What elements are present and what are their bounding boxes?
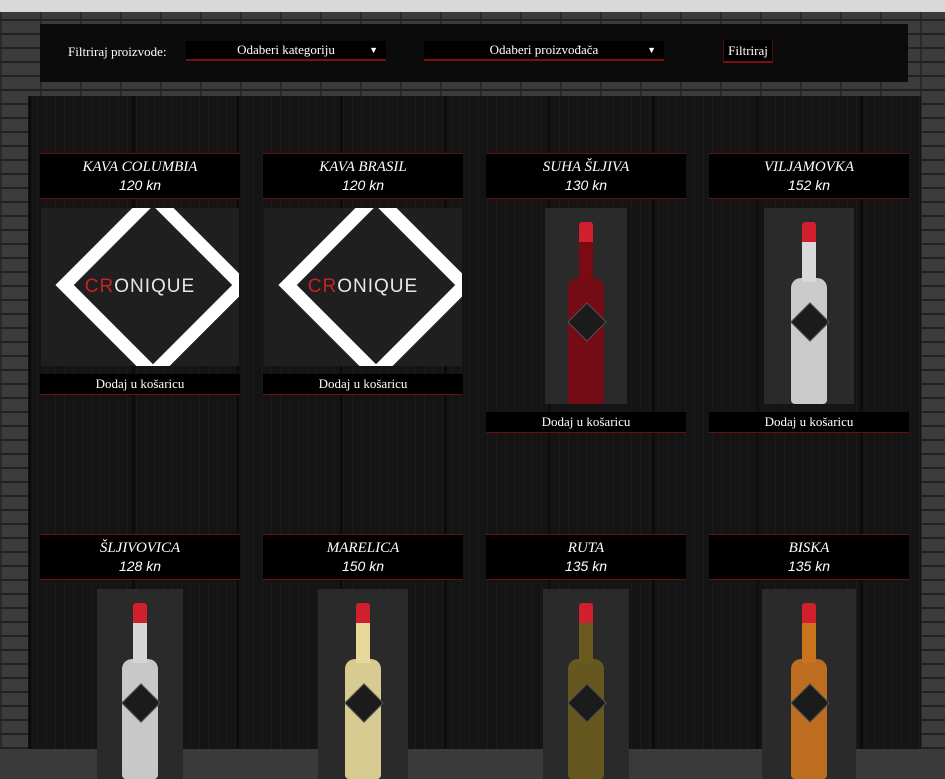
product-card: VILJAMOVKA 152 kn Dodaj u košaricu: [709, 153, 909, 433]
add-to-cart-button[interactable]: Dodaj u košaricu: [709, 412, 909, 433]
logo-wordmark: CRONIQUE: [84, 276, 196, 297]
producer-select-value: Odaberi proizvođača: [489, 42, 599, 57]
bottle-shape: [318, 589, 408, 779]
top-strip: [0, 0, 945, 12]
product-title-box: ŠLJIVOVICA 128 kn: [40, 534, 240, 580]
product-price: 135 kn: [787, 558, 831, 574]
product-name[interactable]: VILJAMOVKA: [709, 154, 909, 176]
product-title-box: RUTA 135 kn: [486, 534, 686, 580]
product-title-box: MARELICA 150 kn: [263, 534, 463, 580]
product-card: RUTA 135 kn: [486, 534, 686, 779]
product-bottle-image[interactable]: [318, 589, 408, 779]
bottle-shape: [762, 589, 856, 779]
product-price: 130 kn: [564, 177, 608, 193]
bottle-shape: [97, 589, 183, 779]
product-price: 128 kn: [118, 558, 162, 574]
product-name[interactable]: SUHA ŠLJIVA: [486, 154, 686, 176]
product-price: 120 kn: [118, 177, 162, 193]
product-price: 135 kn: [564, 558, 608, 574]
product-name[interactable]: RUTA: [486, 535, 686, 557]
product-bottle-image[interactable]: [762, 589, 856, 779]
product-name[interactable]: ŠLJIVOVICA: [40, 535, 240, 557]
product-title-box: VILJAMOVKA 152 kn: [709, 153, 909, 199]
product-logo-image[interactable]: CRONIQUE: [264, 208, 462, 366]
product-bottle-image[interactable]: [764, 208, 854, 404]
product-card: KAVA COLUMBIA 120 kn CRONIQUE Dodaj u košar…: [40, 153, 240, 395]
product-card: ŠLJIVOVICA 128 kn: [40, 534, 240, 779]
filter-button[interactable]: Filtriraj: [723, 40, 773, 63]
product-name[interactable]: MARELICA: [263, 535, 463, 557]
add-to-cart-button[interactable]: Dodaj u košaricu: [486, 412, 686, 433]
producer-select[interactable]: Odaberi proizvođača ▼: [424, 41, 664, 61]
product-price: 152 kn: [787, 177, 831, 193]
product-bottle-image[interactable]: [545, 208, 627, 404]
product-title-box: KAVA BRASIL 120 kn: [263, 153, 463, 199]
dropdown-arrow-icon: ▼: [369, 45, 378, 55]
logo-wordmark: CRONIQUE: [307, 276, 419, 297]
category-select[interactable]: Odaberi kategoriju ▼: [186, 41, 386, 61]
product-price: 150 kn: [341, 558, 385, 574]
bottle-shape: [545, 208, 627, 404]
bottle-shape: [764, 208, 854, 404]
bottle-shape: [543, 589, 629, 779]
dropdown-arrow-icon: ▼: [647, 45, 656, 55]
product-name[interactable]: KAVA COLUMBIA: [40, 154, 240, 176]
product-card: SUHA ŠLJIVA 130 kn Dodaj u košaricu: [486, 153, 686, 433]
product-card: BISKA 135 kn: [709, 534, 909, 779]
product-name[interactable]: BISKA: [709, 535, 909, 557]
category-select-value: Odaberi kategoriju: [237, 42, 335, 57]
add-to-cart-button[interactable]: Dodaj u košaricu: [40, 374, 240, 395]
product-title-box: BISKA 135 kn: [709, 534, 909, 580]
product-name[interactable]: KAVA BRASIL: [263, 154, 463, 176]
product-bottle-image[interactable]: [543, 589, 629, 779]
product-bottle-image[interactable]: [97, 589, 183, 779]
product-logo-image[interactable]: CRONIQUE: [41, 208, 239, 366]
product-card: MARELICA 150 kn: [263, 534, 463, 779]
product-card: KAVA BRASIL 120 kn CRONIQUE Dodaj u košaric…: [263, 153, 463, 395]
product-title-box: SUHA ŠLJIVA 130 kn: [486, 153, 686, 199]
add-to-cart-button[interactable]: Dodaj u košaricu: [263, 374, 463, 395]
filter-bar: Filtriraj proizvode: Odaberi kategoriju …: [40, 24, 908, 82]
filter-label: Filtriraj proizvode:: [68, 44, 167, 59]
product-price: 120 kn: [341, 177, 385, 193]
product-title-box: KAVA COLUMBIA 120 kn: [40, 153, 240, 199]
